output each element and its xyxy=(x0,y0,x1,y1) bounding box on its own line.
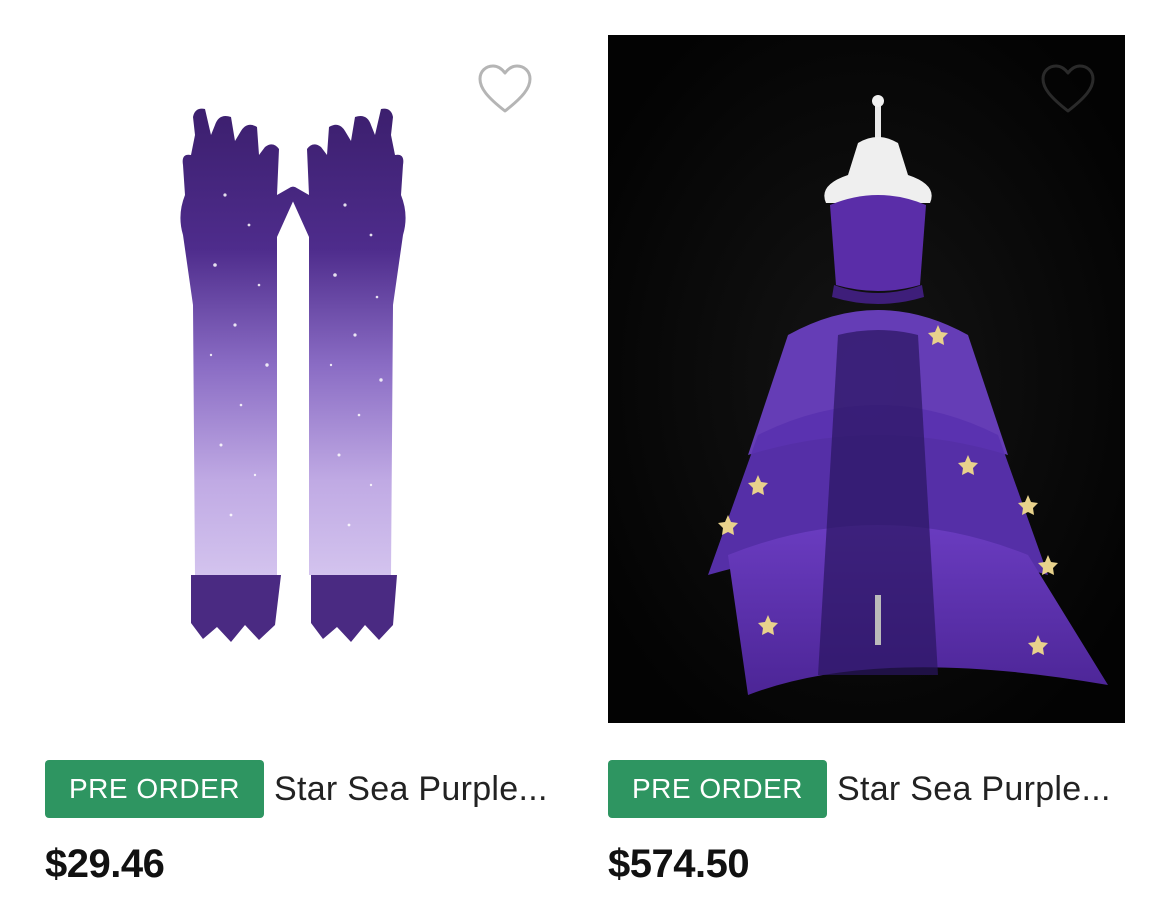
product-title-row: PRE ORDER Star Sea Purple... xyxy=(608,760,1148,818)
gloves-image xyxy=(180,108,406,642)
product-title[interactable]: Star Sea Purple... xyxy=(837,770,1111,809)
favorite-heart-icon[interactable] xyxy=(477,63,533,115)
dress-image xyxy=(608,35,1125,723)
product-image-gloves[interactable] xyxy=(45,35,562,723)
product-title[interactable]: Star Sea Purple... xyxy=(274,770,548,809)
product-price: $29.46 xyxy=(45,842,165,886)
product-image-dress[interactable] xyxy=(608,35,1125,723)
product-title-row: PRE ORDER Star Sea Purple... xyxy=(45,760,585,818)
pre-order-badge: PRE ORDER xyxy=(608,760,827,818)
pre-order-badge: PRE ORDER xyxy=(45,760,264,818)
product-card[interactable]: PRE ORDER Star Sea Purple... $574.50 xyxy=(608,0,1148,907)
favorite-heart-icon[interactable] xyxy=(1040,63,1096,115)
product-card[interactable]: PRE ORDER Star Sea Purple... $29.46 xyxy=(45,0,585,907)
product-price: $574.50 xyxy=(608,842,750,886)
